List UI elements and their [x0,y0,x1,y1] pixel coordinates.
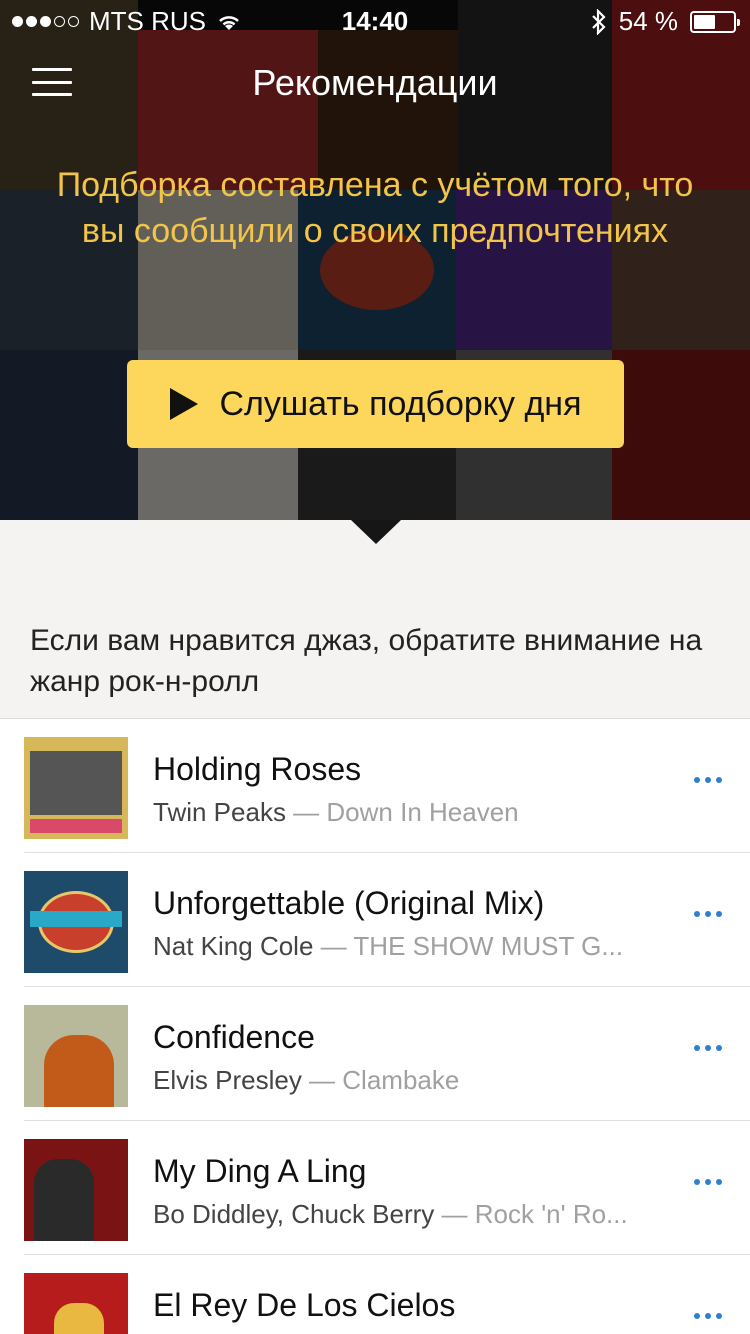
more-dots-icon[interactable] [694,1045,722,1051]
play-icon [169,388,198,420]
track-separator: — [434,1199,475,1229]
battery-percent: 54 % [618,6,678,36]
album-cover [24,1005,128,1107]
track-artist: Twin Peaks [153,797,286,827]
play-daily-mix-button[interactable]: Слушать подборку дня [127,360,624,448]
more-dots-icon[interactable] [694,1313,722,1319]
track-subtitle: Elvis Presley — Clambake [153,1065,673,1096]
track-album: Down In Heaven [326,797,519,827]
album-cover [24,1139,128,1241]
track-separator: — [285,797,327,827]
hero-banner: MTS RUS 14:40 54 % Рекомендации Подборка… [0,0,750,520]
section-pointer [351,520,401,544]
track-separator: — [301,1065,343,1095]
track-row[interactable]: El Rey De Los Cielos [0,1255,750,1334]
track-list: Holding Roses Twin Peaks — Down In Heave… [0,718,750,1334]
status-bar: MTS RUS 14:40 54 % [0,0,750,40]
track-title: Confidence [153,1019,315,1055]
bluetooth-icon [591,8,606,35]
more-dots-icon[interactable] [694,777,722,783]
album-cover [24,737,128,839]
track-row[interactable]: Confidence Elvis Presley — Clambake [0,987,750,1121]
recommendation-title: Если вам нравится джаз, обратите внимани… [30,624,703,698]
play-button-label: Слушать подборку дня [219,384,582,423]
track-artist: Bo Diddley, Chuck Berry [153,1199,435,1229]
more-dots-icon[interactable] [694,911,722,917]
track-subtitle: Bo Diddley, Chuck Berry — Rock 'n' Ro... [153,1199,673,1230]
track-subtitle: Nat King Cole — THE SHOW MUST G... [153,931,673,962]
recommendations-screen: MTS RUS 14:40 54 % Рекомендации Подборка… [0,0,750,1334]
track-album: THE SHOW MUST G... [353,931,624,961]
album-cover [24,1273,128,1334]
track-row[interactable]: Unforgettable (Original Mix) Nat King Co… [0,853,750,987]
track-separator: — [313,931,354,961]
track-title: Unforgettable (Original Mix) [153,885,545,921]
more-dots-icon[interactable] [694,1179,722,1185]
track-row[interactable]: Holding Roses Twin Peaks — Down In Heave… [0,719,750,853]
battery-icon [690,10,740,33]
track-subtitle: Twin Peaks — Down In Heaven [153,797,673,828]
track-title: My Ding A Ling [153,1153,367,1189]
page-title: Рекомендации [252,62,498,103]
track-row[interactable]: My Ding A Ling Bo Diddley, Chuck Berry —… [0,1121,750,1255]
track-title: Holding Roses [153,751,362,787]
track-album: Rock 'n' Ro... [474,1199,628,1229]
hero-description: Подборка составлена с учётом того, что в… [56,166,694,250]
track-artist: Elvis Presley [153,1065,302,1095]
album-cover [24,871,128,973]
track-artist: Nat King Cole [153,931,314,961]
track-album: Clambake [342,1065,460,1095]
status-right: 54 % [591,6,740,37]
track-title: El Rey De Los Cielos [153,1287,456,1323]
